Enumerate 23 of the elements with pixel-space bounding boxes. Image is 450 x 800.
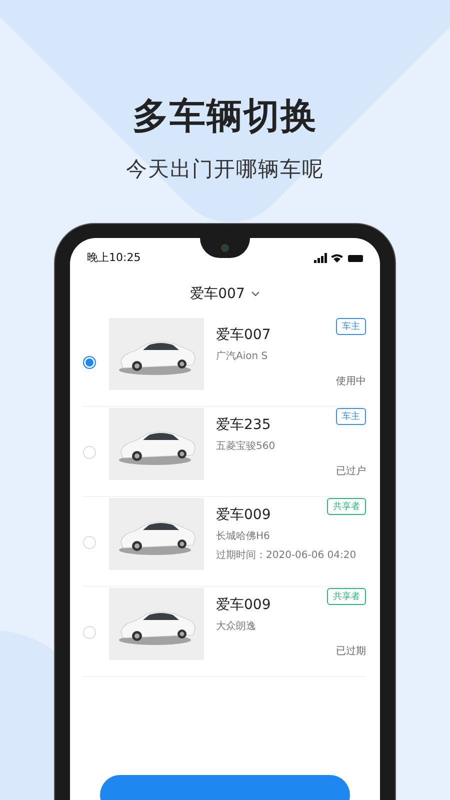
headline: 多车辆切换 (132, 95, 318, 139)
role-tag: 车主 (336, 318, 366, 335)
car-status: 使用中 (336, 374, 366, 388)
radio-button[interactable] (83, 356, 96, 368)
status-time: 晚上10:25 (87, 250, 141, 265)
role-tag: 共享者 (327, 498, 366, 515)
subtitle: 今天出门开哪辆车呢 (126, 156, 324, 183)
car-name: 爱车235 (216, 416, 272, 434)
role-tag: 车主 (336, 408, 366, 425)
camera-icon (221, 244, 229, 252)
car-model: 广汽Aion S (216, 350, 269, 363)
expiry-time: 过期时间：2020-06-06 04:20 (216, 548, 356, 562)
car-status: 已过期 (336, 644, 366, 658)
car-name: 爱车007 (216, 326, 271, 344)
car-name: 爱车009 (216, 596, 271, 614)
car-model: 五菱宝骏560 (216, 440, 276, 453)
car-model: 大众朗逸 (216, 620, 257, 633)
status-icons (314, 252, 364, 262)
car-selector[interactable]: 爱车007 (180, 285, 270, 303)
role-tag: 共享者 (327, 588, 366, 605)
chevron-down-icon (250, 291, 260, 297)
car-model: 长城哈佛H6 (216, 530, 271, 543)
car-status: 已过户 (336, 464, 366, 478)
